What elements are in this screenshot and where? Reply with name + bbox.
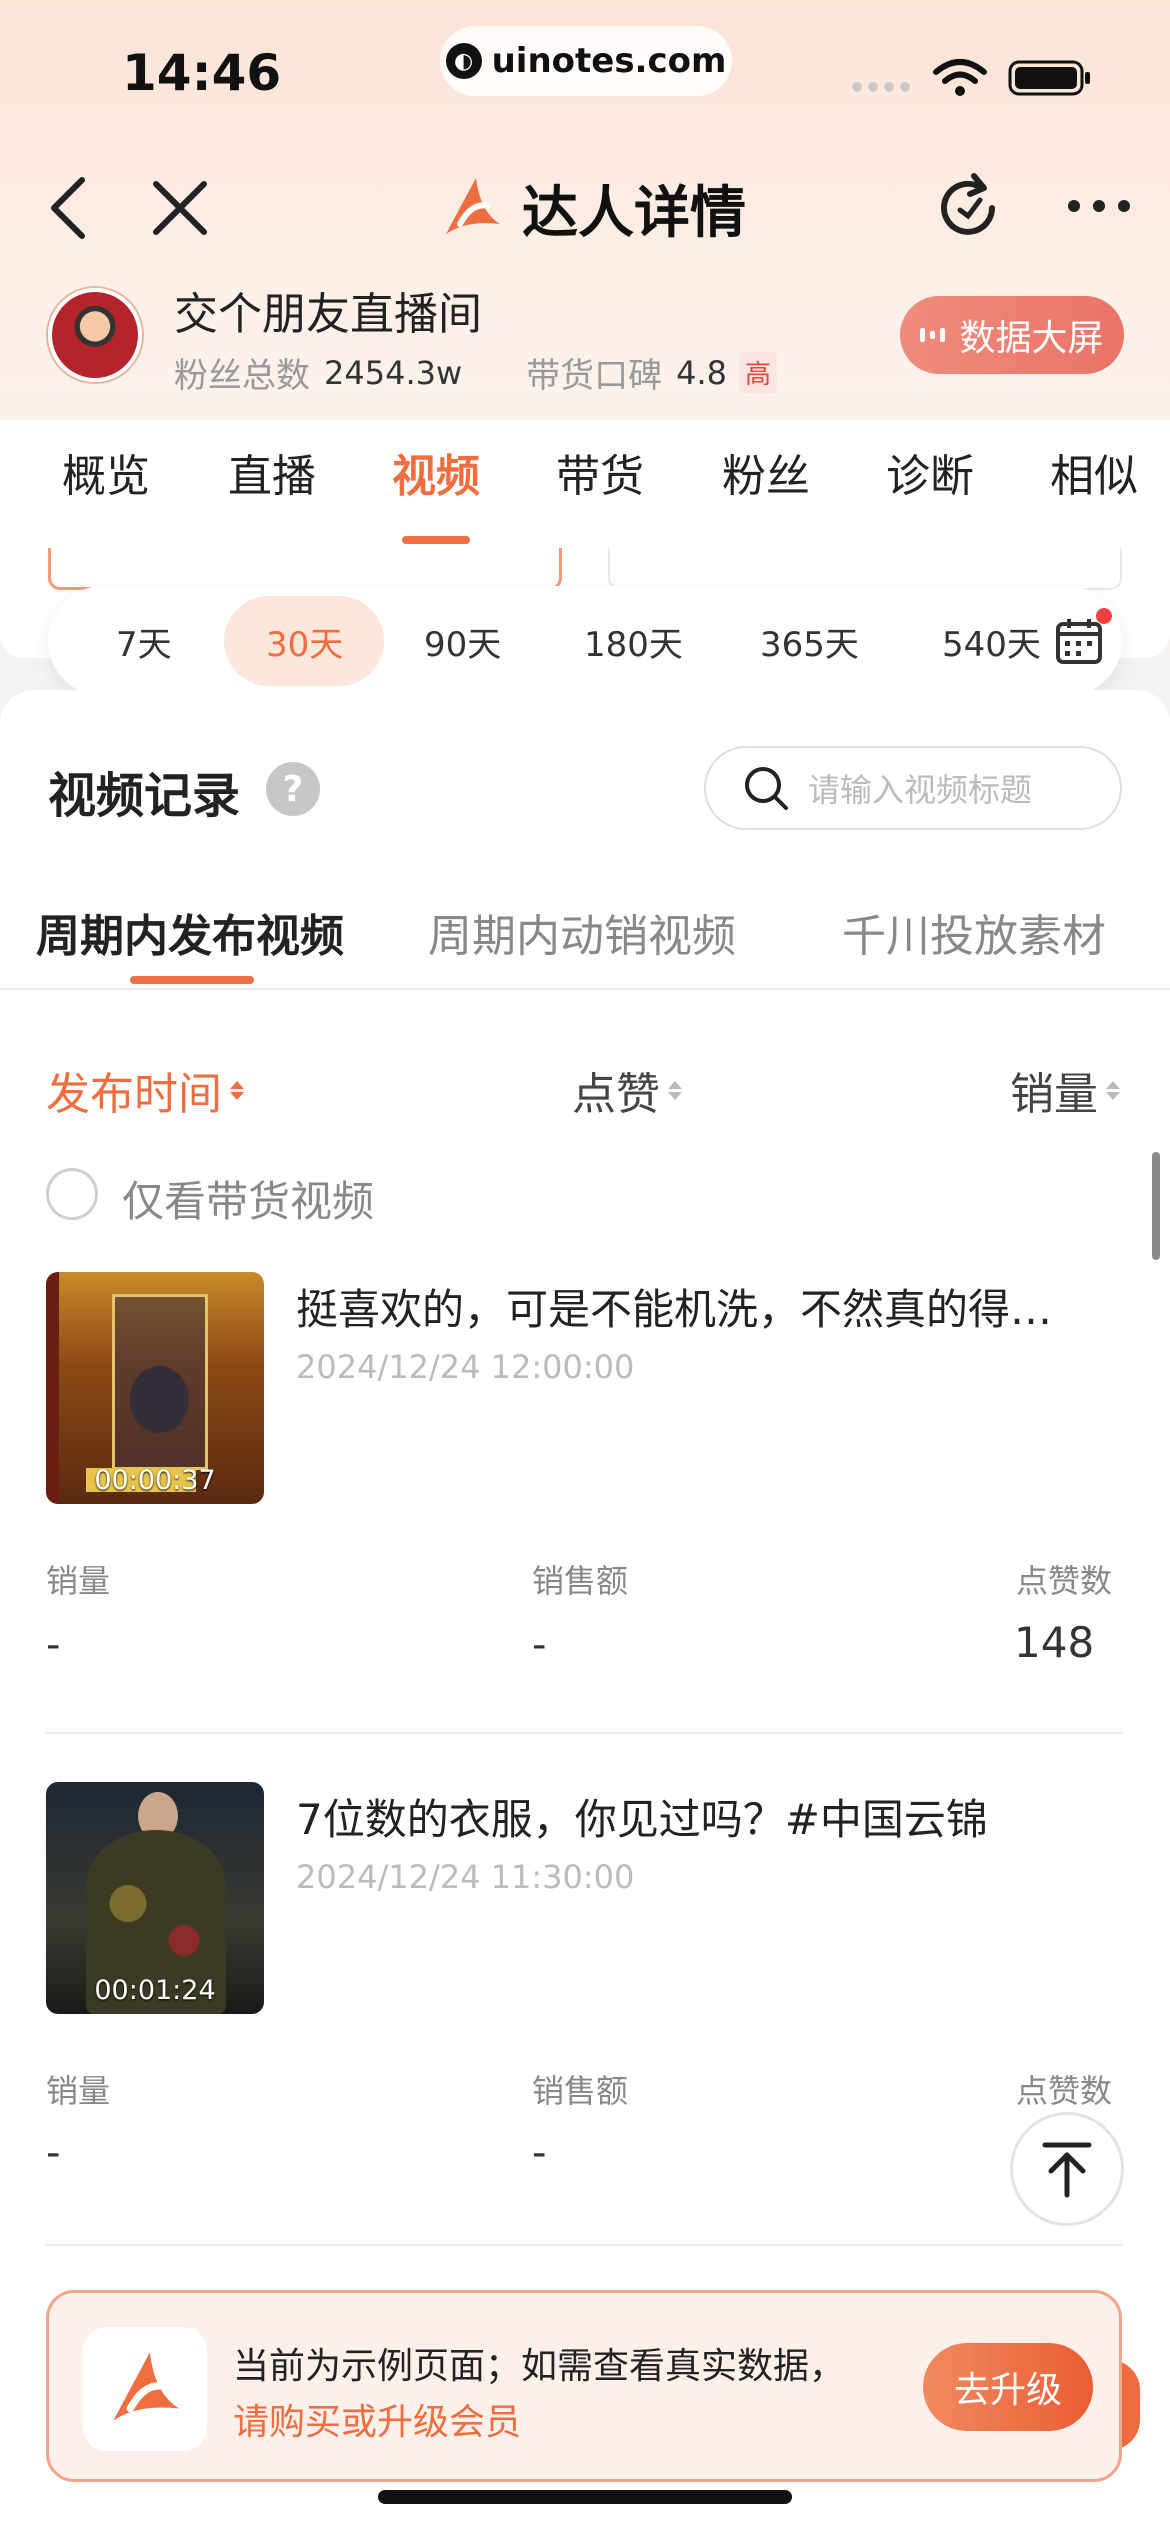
- reputation-value: 4.8: [676, 353, 728, 392]
- tab-goods[interactable]: 带货: [556, 440, 644, 504]
- revenue-value: -: [532, 1622, 547, 1668]
- row-divider: [46, 1732, 1122, 1734]
- data-screen-button[interactable]: 数据大屏: [900, 296, 1124, 374]
- calendar-icon[interactable]: [1054, 616, 1104, 666]
- video-duration: 00:00:37: [94, 1465, 216, 1496]
- peek-box: [608, 548, 1122, 590]
- fans-value: 2454.3w: [324, 353, 463, 392]
- sort-arrows-icon: [668, 1080, 682, 1100]
- page-title: 达人详情: [436, 168, 746, 248]
- video-title[interactable]: 7位数的衣服，你见过吗？#中国云锦: [296, 1786, 1106, 1847]
- url-text: uinotes.com: [491, 41, 727, 81]
- likes-label: 点赞数: [1016, 1562, 1113, 1600]
- sort-likes[interactable]: 点赞: [572, 1058, 682, 1122]
- subtab-underline: [130, 976, 254, 984]
- revenue-label: 销售额: [532, 1562, 629, 1600]
- arrow-up-icon: [1042, 2142, 1092, 2198]
- period-selector: 7天 30天 90天 180天 365天 540天: [48, 586, 1122, 696]
- section-title: 视频记录: [48, 768, 241, 824]
- period-30d[interactable]: 30天: [266, 586, 343, 696]
- scrollbar[interactable]: [1152, 1152, 1160, 1260]
- sales-value: -: [46, 1622, 61, 1668]
- upgrade-banner: 当前为示例页面；如需查看真实数据， 请购买或升级会员 去升级: [46, 2290, 1122, 2482]
- site-icon: ◐: [445, 43, 482, 79]
- period-90d[interactable]: 90天: [424, 586, 501, 696]
- tab-video[interactable]: 视频: [392, 440, 480, 504]
- help-icon[interactable]: ?: [266, 762, 320, 816]
- app-logo-icon: [83, 2327, 207, 2451]
- sort-publish-time-label: 发布时间: [46, 1069, 222, 1120]
- page-title-text: 达人详情: [522, 180, 746, 246]
- tab-fans[interactable]: 粉丝: [722, 440, 810, 504]
- fans-label: 粉丝总数: [174, 356, 310, 396]
- sort-publish-time[interactable]: 发布时间: [46, 1058, 244, 1122]
- only-selling-label[interactable]: 仅看带货视频: [122, 1168, 374, 1229]
- url-bar[interactable]: ◐ uinotes.com: [440, 26, 732, 96]
- period-365d[interactable]: 365天: [760, 586, 859, 696]
- upgrade-button[interactable]: 去升级: [923, 2343, 1093, 2431]
- search-icon: [745, 767, 788, 810]
- close-icon[interactable]: [148, 176, 212, 240]
- sort-likes-label: 点赞: [572, 1069, 660, 1120]
- refresh-icon[interactable]: [930, 170, 1006, 246]
- period-540d[interactable]: 540天: [942, 586, 1054, 696]
- wifi-icon: [933, 59, 987, 96]
- subtab-qianchuan[interactable]: 千川投放素材: [842, 900, 1106, 964]
- avatar[interactable]: [48, 288, 142, 382]
- battery-icon: [1008, 60, 1090, 96]
- likes-value: 148: [1014, 1618, 1095, 1667]
- subtab-published[interactable]: 周期内发布视频: [36, 900, 344, 964]
- only-selling-checkbox[interactable]: [46, 1168, 98, 1220]
- period-180d[interactable]: 180天: [584, 586, 683, 696]
- revenue-value: -: [532, 2130, 547, 2176]
- sort-arrows-icon: [1106, 1080, 1120, 1100]
- calendar-notification-dot: [1096, 608, 1112, 624]
- back-to-top-button[interactable]: [1010, 2112, 1124, 2226]
- tab-underline: [402, 536, 470, 544]
- video-thumbnail[interactable]: 00:00:37: [46, 1272, 264, 1504]
- video-thumbnail[interactable]: 00:01:24: [46, 1782, 264, 2014]
- video-title[interactable]: 挺喜欢的，可是不能机洗，不然真的得…: [296, 1276, 1106, 1337]
- reputation-label: 带货口碑: [526, 356, 663, 396]
- sales-label: 销量: [46, 2072, 111, 2110]
- tab-live[interactable]: 直播: [228, 440, 316, 504]
- video-date: 2024/12/24 12:00:00: [296, 1348, 635, 1386]
- more-icon[interactable]: [1064, 186, 1134, 226]
- video-records-card: [0, 690, 1170, 2532]
- revenue-label: 销售额: [532, 2072, 629, 2110]
- video-date: 2024/12/24 11:30:00: [296, 1858, 635, 1896]
- profile-name: 交个朋友直播间: [174, 289, 482, 340]
- peek-box-active: [48, 548, 562, 590]
- subtab-selling[interactable]: 周期内动销视频: [428, 900, 736, 964]
- sales-label: 销量: [46, 1562, 111, 1600]
- back-icon[interactable]: [40, 168, 100, 248]
- tab-overview[interactable]: 概览: [62, 440, 150, 504]
- banner-link[interactable]: 请购买或升级会员: [233, 2393, 521, 2445]
- tab-diagnosis[interactable]: 诊断: [886, 440, 974, 504]
- sort-arrows-icon: [230, 1080, 244, 1100]
- home-indicator[interactable]: [378, 2490, 792, 2504]
- sort-sales[interactable]: 销量: [1010, 1058, 1120, 1122]
- search-input[interactable]: 请输入视频标题: [704, 746, 1122, 830]
- video-duration: 00:01:24: [94, 1975, 216, 2006]
- divider: [0, 988, 1170, 990]
- period-7d[interactable]: 7天: [116, 586, 172, 696]
- status-time: 14:46: [122, 44, 282, 102]
- tab-similar[interactable]: 相似: [1050, 440, 1138, 504]
- cellular-signal-icon: [852, 82, 910, 92]
- row-divider: [46, 2244, 1122, 2246]
- profile-stats: 粉丝总数 2454.3w 带货口碑 4.8 高: [174, 348, 778, 397]
- bar-chart-icon: [920, 328, 946, 342]
- likes-label: 点赞数: [1016, 2072, 1113, 2110]
- search-placeholder: 请输入视频标题: [808, 771, 1033, 809]
- data-screen-label: 数据大屏: [959, 318, 1104, 359]
- sales-value: -: [46, 2130, 61, 2176]
- sort-sales-label: 销量: [1010, 1069, 1098, 1120]
- banner-message: 当前为示例页面；如需查看真实数据，: [233, 2346, 846, 2387]
- app-logo-icon: [446, 178, 500, 234]
- reputation-level-badge: 高: [739, 352, 778, 393]
